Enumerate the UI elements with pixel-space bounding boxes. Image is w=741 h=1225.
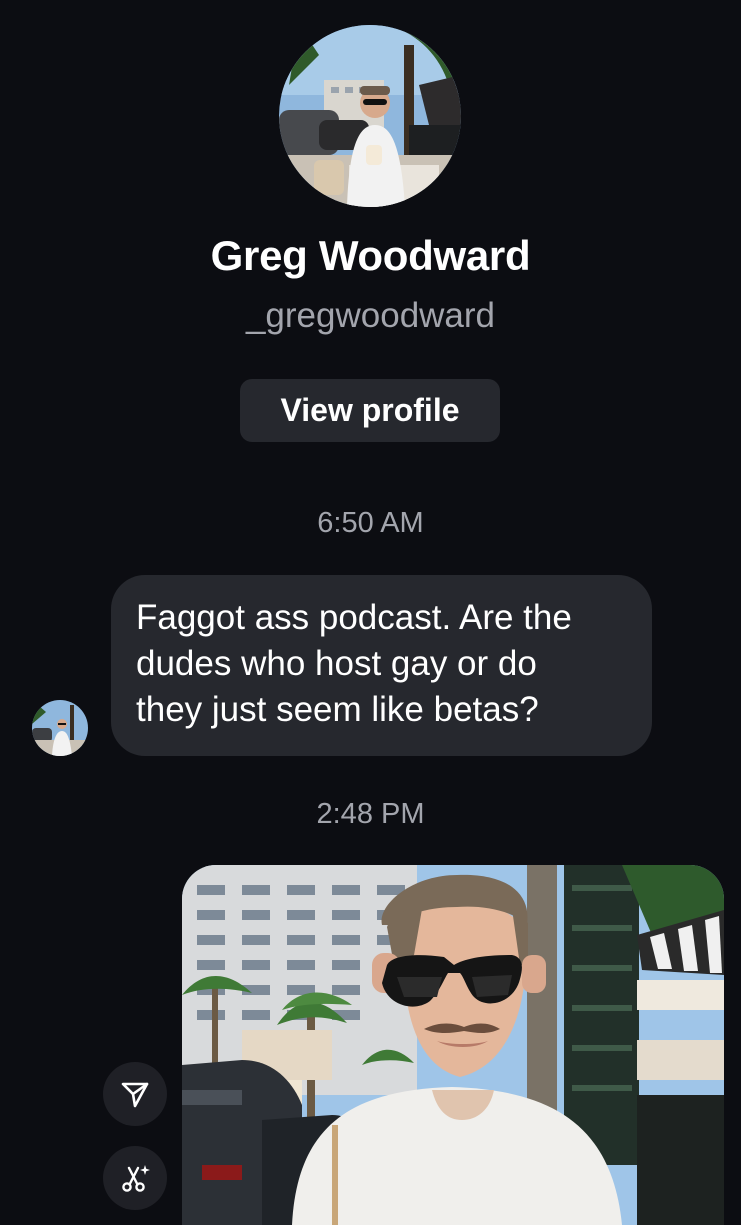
message-timestamp: 6:50 AM [317, 507, 424, 539]
profile-avatar-photo [279, 25, 461, 207]
message-text-line: dudes who host gay or do [136, 644, 537, 683]
message-text-line: they just seem like betas? [136, 690, 539, 729]
contact-handle: _gregwoodward [245, 296, 496, 335]
message-timestamp: 2:48 PM [316, 798, 425, 830]
view-profile-button[interactable]: View profile [240, 379, 500, 442]
share-icon [121, 1082, 149, 1108]
ai-remix-icon [122, 1165, 150, 1192]
message-text-line: Faggot ass podcast. Are the [136, 598, 572, 637]
sender-avatar[interactable] [32, 700, 88, 756]
message-bubble[interactable]: Faggot ass podcast. Are the dudes who ho… [111, 575, 652, 756]
attached-photo [182, 865, 724, 1225]
profile-avatar[interactable] [279, 25, 461, 207]
sender-avatar-photo [32, 700, 88, 756]
share-button[interactable] [103, 1062, 167, 1126]
photo-attachment[interactable] [182, 865, 724, 1225]
remix-button[interactable] [103, 1146, 167, 1210]
contact-name: Greg Woodward [210, 232, 531, 279]
